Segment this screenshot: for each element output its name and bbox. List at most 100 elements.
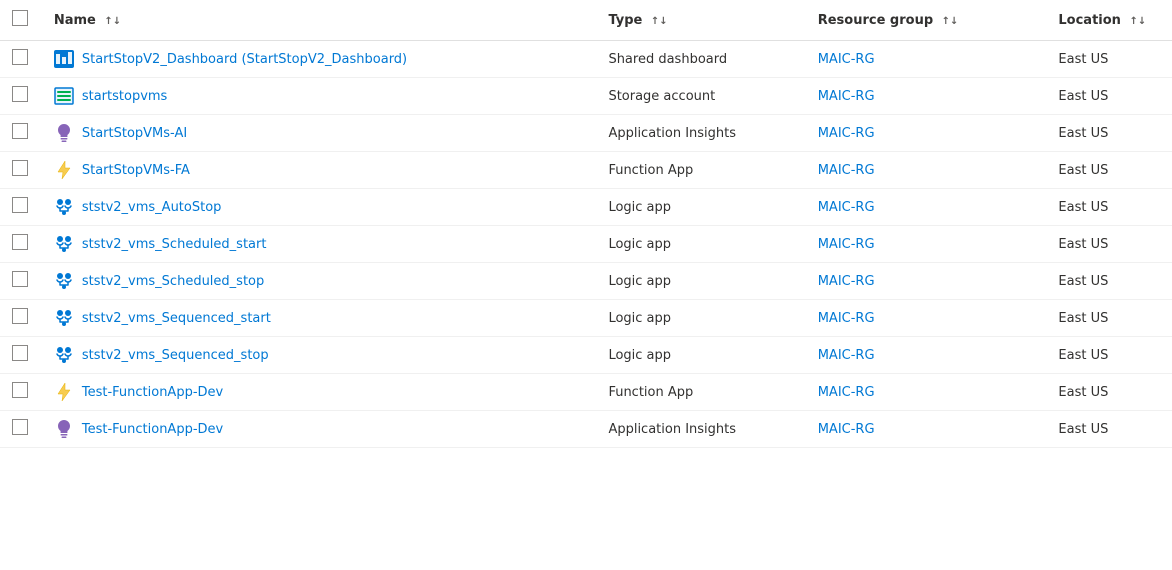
row-checkbox-7[interactable] — [12, 271, 28, 287]
row-checkbox-1[interactable] — [12, 49, 28, 65]
row-name-cell: StartStopVMs-FA — [42, 152, 597, 189]
resource-icon-function — [54, 382, 74, 402]
row-name-cell: ststv2_vms_Scheduled_stop — [42, 263, 597, 300]
row-type-cell: Logic app — [596, 263, 805, 300]
resource-group-link-10[interactable]: MAIC-RG — [818, 385, 875, 400]
row-rg-cell: MAIC-RG — [806, 189, 1047, 226]
resource-name-text: ststv2_vms_Scheduled_stop — [82, 274, 264, 289]
col-header-location[interactable]: Location ↑↓ — [1046, 0, 1172, 41]
resource-icon-logic — [54, 197, 74, 217]
row-checkbox-5[interactable] — [12, 197, 28, 213]
row-location-cell: East US — [1046, 263, 1172, 300]
resource-name-link-5[interactable]: ststv2_vms_AutoStop — [54, 197, 585, 217]
col-header-name[interactable]: Name ↑↓ — [42, 0, 597, 41]
resource-name-text: StartStopVMs-FA — [82, 163, 190, 178]
resource-type-text: Logic app — [608, 274, 671, 289]
row-location-cell: East US — [1046, 226, 1172, 263]
resource-icon-logic — [54, 345, 74, 365]
row-rg-cell: MAIC-RG — [806, 41, 1047, 78]
table-row: ststv2_vms_Sequenced_stop Logic app MAIC… — [0, 337, 1172, 374]
table-row: startstopvms Storage account MAIC-RG Eas… — [0, 78, 1172, 115]
resource-name-link-3[interactable]: StartStopVMs-AI — [54, 123, 585, 143]
resource-location-text: East US — [1058, 422, 1108, 437]
row-type-cell: Function App — [596, 152, 805, 189]
resource-name-text: StartStopVMs-AI — [82, 126, 187, 141]
select-all-header[interactable] — [0, 0, 42, 41]
table-row: ststv2_vms_Sequenced_start Logic app MAI… — [0, 300, 1172, 337]
location-sort-icon: ↑↓ — [1129, 16, 1146, 27]
resource-name-link-10[interactable]: Test-FunctionApp-Dev — [54, 382, 585, 402]
row-checkbox-4[interactable] — [12, 160, 28, 176]
resource-group-link-1[interactable]: MAIC-RG — [818, 52, 875, 67]
resource-icon-logic — [54, 234, 74, 254]
resource-group-link-3[interactable]: MAIC-RG — [818, 126, 875, 141]
resource-group-link-6[interactable]: MAIC-RG — [818, 237, 875, 252]
row-name-cell: StartStopVMs-AI — [42, 115, 597, 152]
resource-type-text: Application Insights — [608, 126, 736, 141]
resource-name-text: ststv2_vms_Sequenced_stop — [82, 348, 269, 363]
row-rg-cell: MAIC-RG — [806, 411, 1047, 448]
row-rg-cell: MAIC-RG — [806, 115, 1047, 152]
col-header-type[interactable]: Type ↑↓ — [596, 0, 805, 41]
resource-type-text: Storage account — [608, 89, 715, 104]
row-location-cell: East US — [1046, 374, 1172, 411]
row-checkbox-cell — [0, 337, 42, 374]
resource-type-text: Function App — [608, 163, 693, 178]
row-checkbox-cell — [0, 300, 42, 337]
resource-location-text: East US — [1058, 163, 1108, 178]
resource-name-text: ststv2_vms_AutoStop — [82, 200, 222, 215]
resource-group-link-8[interactable]: MAIC-RG — [818, 311, 875, 326]
row-checkbox-10[interactable] — [12, 382, 28, 398]
resource-location-text: East US — [1058, 274, 1108, 289]
name-sort-icon: ↑↓ — [104, 16, 121, 27]
resource-name-link-8[interactable]: ststv2_vms_Sequenced_start — [54, 308, 585, 328]
row-checkbox-cell — [0, 226, 42, 263]
row-location-cell: East US — [1046, 411, 1172, 448]
resource-name-link-4[interactable]: StartStopVMs-FA — [54, 160, 585, 180]
resource-name-link-1[interactable]: StartStopV2_Dashboard (StartStopV2_Dashb… — [54, 49, 585, 69]
row-checkbox-11[interactable] — [12, 419, 28, 435]
resource-group-link-9[interactable]: MAIC-RG — [818, 348, 875, 363]
resource-group-link-4[interactable]: MAIC-RG — [818, 163, 875, 178]
resource-name-link-9[interactable]: ststv2_vms_Sequenced_stop — [54, 345, 585, 365]
resource-group-link-2[interactable]: MAIC-RG — [818, 89, 875, 104]
row-name-cell: startstopvms — [42, 78, 597, 115]
row-checkbox-cell — [0, 263, 42, 300]
row-checkbox-9[interactable] — [12, 345, 28, 361]
resource-name-text: startstopvms — [82, 89, 167, 104]
select-all-checkbox[interactable] — [12, 10, 28, 26]
resource-name-text: Test-FunctionApp-Dev — [82, 385, 223, 400]
resource-icon-logic — [54, 308, 74, 328]
resource-icon-logic — [54, 271, 74, 291]
row-rg-cell: MAIC-RG — [806, 337, 1047, 374]
resource-name-link-6[interactable]: ststv2_vms_Scheduled_start — [54, 234, 585, 254]
col-header-resource-group[interactable]: Resource group ↑↓ — [806, 0, 1047, 41]
resource-icon-insights — [54, 419, 74, 439]
row-type-cell: Storage account — [596, 78, 805, 115]
resource-type-text: Logic app — [608, 311, 671, 326]
resource-icon-insights — [54, 123, 74, 143]
table-row: StartStopVMs-AI Application Insights MAI… — [0, 115, 1172, 152]
row-location-cell: East US — [1046, 41, 1172, 78]
row-rg-cell: MAIC-RG — [806, 263, 1047, 300]
resource-type-text: Shared dashboard — [608, 52, 727, 67]
row-location-cell: East US — [1046, 337, 1172, 374]
resource-type-text: Logic app — [608, 237, 671, 252]
row-checkbox-8[interactable] — [12, 308, 28, 324]
row-type-cell: Logic app — [596, 300, 805, 337]
row-type-cell: Logic app — [596, 226, 805, 263]
row-checkbox-3[interactable] — [12, 123, 28, 139]
row-checkbox-6[interactable] — [12, 234, 28, 250]
resource-name-text: Test-FunctionApp-Dev — [82, 422, 223, 437]
row-checkbox-2[interactable] — [12, 86, 28, 102]
resource-name-link-2[interactable]: startstopvms — [54, 86, 585, 106]
resources-table: Name ↑↓ Type ↑↓ Resource group ↑↓ Locati… — [0, 0, 1172, 448]
row-rg-cell: MAIC-RG — [806, 226, 1047, 263]
resource-group-link-5[interactable]: MAIC-RG — [818, 200, 875, 215]
resource-name-link-7[interactable]: ststv2_vms_Scheduled_stop — [54, 271, 585, 291]
row-location-cell: East US — [1046, 152, 1172, 189]
resource-name-text: StartStopV2_Dashboard (StartStopV2_Dashb… — [82, 52, 407, 67]
resource-name-link-11[interactable]: Test-FunctionApp-Dev — [54, 419, 585, 439]
resource-group-link-7[interactable]: MAIC-RG — [818, 274, 875, 289]
resource-group-link-11[interactable]: MAIC-RG — [818, 422, 875, 437]
